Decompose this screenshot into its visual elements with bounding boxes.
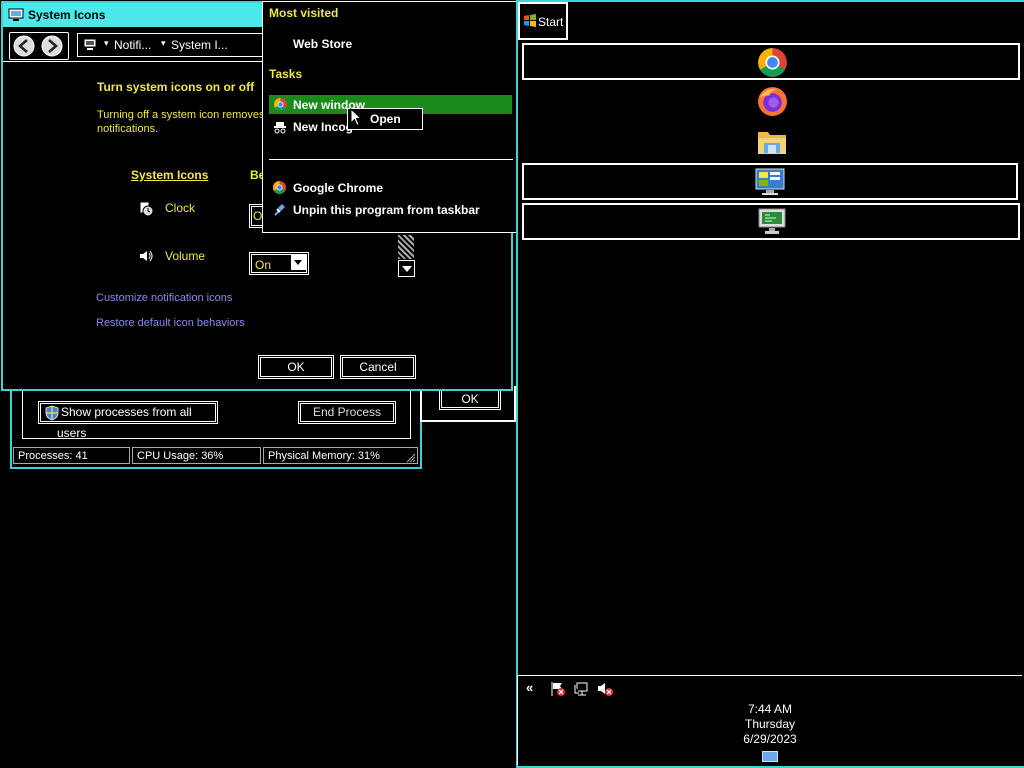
show-processes-all-users-button[interactable]: Show processes from all users xyxy=(38,401,218,440)
taskbar-button-chrome[interactable] xyxy=(522,43,1020,80)
shield-icon xyxy=(45,405,59,428)
most-visited-header: Most visited xyxy=(269,6,339,20)
status-processes: Processes: 41 xyxy=(13,447,130,464)
clock-icon xyxy=(138,201,154,220)
window-icon xyxy=(8,8,24,25)
clock-label: Clock xyxy=(165,201,196,215)
control-panel-icon xyxy=(754,167,786,200)
page-title: Turn system icons on or off xyxy=(97,80,255,94)
status-cpu: CPU Usage: 36% xyxy=(132,447,261,464)
ok-button[interactable]: OK xyxy=(258,355,334,379)
taskbar-button-firefox[interactable] xyxy=(522,83,1020,120)
jump-item-unpin[interactable]: Unpin this program from taskbar xyxy=(269,200,512,219)
breadcrumb-item[interactable]: Notifi... xyxy=(114,38,151,52)
jump-item-google-chrome[interactable]: Google Chrome xyxy=(269,178,512,197)
action-center-flag-icon[interactable] xyxy=(550,681,566,700)
description-line-1: Turning off a system icon removes t xyxy=(97,109,271,121)
background-ok-button[interactable]: OK xyxy=(439,388,501,410)
jump-list-separator xyxy=(269,159,513,160)
task-manager-status-bar: Processes: 41 CPU Usage: 36% Physical Me… xyxy=(12,447,420,465)
speaker-icon xyxy=(138,249,154,266)
chevron-down-icon xyxy=(402,266,412,272)
clock-day[interactable]: Thursday xyxy=(720,717,820,731)
tray-expand-chevron[interactable]: « xyxy=(526,680,533,695)
cancel-button[interactable]: Cancel xyxy=(340,355,416,379)
scroll-down-button[interactable] xyxy=(398,260,415,277)
back-arrow-icon[interactable] xyxy=(12,34,36,61)
show-desktop-button[interactable] xyxy=(762,751,778,762)
clock-date[interactable]: 6/29/2023 xyxy=(720,732,820,746)
volume-muted-icon[interactable] xyxy=(597,681,613,700)
customize-notification-icons-link[interactable]: Customize notification icons xyxy=(96,292,232,304)
volume-label: Volume xyxy=(165,249,206,263)
restore-default-icon-behaviors-link[interactable]: Restore default icon behaviors xyxy=(96,317,245,329)
breadcrumb[interactable]: ▾ Notifi... ▾ System I... xyxy=(77,33,265,57)
chevron-down-icon: ▾ xyxy=(161,38,166,48)
chevron-down-icon: ▾ xyxy=(104,38,109,48)
windows-logo-icon xyxy=(523,14,537,31)
window-title: System Icons xyxy=(28,8,106,22)
incognito-icon xyxy=(273,121,287,137)
taskbar-button-control-panel[interactable] xyxy=(522,163,1018,200)
resize-grip-icon[interactable] xyxy=(406,452,416,463)
status-memory: Physical Memory: 31% xyxy=(263,447,418,464)
remote-desktop-icon xyxy=(756,207,788,240)
file-explorer-icon xyxy=(756,126,788,161)
firefox-icon xyxy=(756,85,789,121)
network-icon[interactable] xyxy=(574,681,590,700)
breadcrumb-folder-icon xyxy=(83,38,97,55)
start-button[interactable]: Start xyxy=(518,2,568,40)
description-line-2: notifications. xyxy=(97,123,159,135)
pin-icon xyxy=(272,202,287,220)
taskbar-button-remote-desktop[interactable] xyxy=(522,203,1020,240)
chrome-icon xyxy=(273,97,288,115)
column-header-system-icons: System Icons xyxy=(131,168,209,182)
chrome-icon xyxy=(756,46,789,82)
taskbar-button-file-explorer[interactable] xyxy=(522,123,1020,160)
jump-item-web-store[interactable]: Web Store xyxy=(293,37,352,51)
end-process-button[interactable]: End Process xyxy=(298,401,396,424)
mouse-cursor-icon xyxy=(350,107,363,130)
forward-arrow-icon[interactable] xyxy=(40,34,64,61)
chevron-down-icon xyxy=(291,255,306,270)
clock-time[interactable]: 7:44 AM xyxy=(720,702,820,716)
nav-buttons xyxy=(9,32,69,60)
scrollbar-track[interactable] xyxy=(398,235,414,259)
breadcrumb-item[interactable]: System I... xyxy=(171,38,228,52)
chrome-icon xyxy=(272,180,287,198)
volume-behavior-select[interactable]: On xyxy=(249,252,309,275)
tasks-header: Tasks xyxy=(269,67,303,81)
